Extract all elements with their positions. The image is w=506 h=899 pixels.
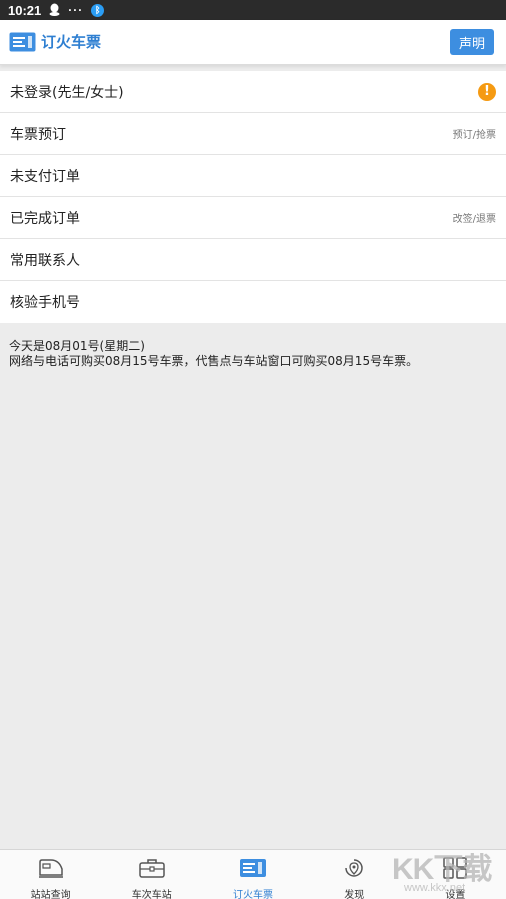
menu-item-label: 核验手机号 (10, 295, 80, 311)
menu-item-label: 未支付订单 (10, 168, 80, 185)
app-header: 订火车票 声明 (0, 20, 506, 65)
ticket-sale-notice: 今天是08月01号(星期二) 网络与电话可购买08月15号车票，代售点与车站窗口… (9, 339, 499, 369)
tab-discover[interactable]: 发现 (304, 850, 405, 899)
notice-presale-info: 网络与电话可购买08月15号车票，代售点与车站窗口可购买08月15号车票。 (9, 354, 419, 368)
tab-label: 订火车票 (233, 890, 273, 899)
qq-icon (49, 3, 60, 18)
menu-item-book-ticket[interactable]: 车票预订 预订/抢票 (0, 113, 506, 155)
status-time: 10:21 (8, 2, 42, 18)
more-dots-icon: ··· (68, 3, 84, 17)
watermark-url: www.kkx.net (404, 882, 466, 894)
menu-item-hint: 改签/退票 (452, 214, 496, 225)
briefcase-icon (138, 857, 166, 883)
tab-station-query[interactable]: 站站查询 (0, 850, 101, 899)
status-bar: 10:21 ··· ᛒ (0, 0, 506, 20)
notice-date: 今天是08月01号(星期二) (9, 339, 145, 353)
statement-button[interactable]: 声明 (450, 29, 494, 55)
menu-list: 未登录(先生/女士) ! 车票预订 预订/抢票 未支付订单 已完成订单 改签/退… (0, 71, 506, 323)
menu-item-label: 车票预订 (10, 126, 66, 143)
train-icon (37, 857, 65, 883)
tab-train-station[interactable]: 车次车站 (101, 850, 202, 899)
menu-item-label: 已完成订单 (10, 210, 80, 227)
menu-item-contacts[interactable]: 常用联系人 (0, 239, 506, 281)
page-title: 订火车票 (41, 33, 102, 51)
menu-item-label: 常用联系人 (10, 252, 80, 269)
bluetooth-icon: ᛒ (91, 3, 105, 17)
ticket-logo-icon (9, 32, 36, 52)
tab-label: 发现 (344, 890, 365, 899)
tab-label: 站站查询 (30, 890, 71, 899)
menu-item-verify-phone[interactable]: 核验手机号 (0, 281, 506, 323)
menu-item-unpaid-orders[interactable]: 未支付订单 (0, 155, 506, 197)
discover-icon (340, 857, 368, 883)
warning-icon: ! (478, 82, 496, 101)
ticket-icon (239, 857, 267, 883)
tab-book-ticket[interactable]: 订火车票 (202, 850, 303, 899)
tab-label: 车次车站 (131, 890, 172, 899)
menu-item-login[interactable]: 未登录(先生/女士) ! (0, 71, 506, 113)
menu-item-hint: 预订/抢票 (452, 130, 496, 141)
menu-item-completed-orders[interactable]: 已完成订单 改签/退票 (0, 197, 506, 239)
watermark: KK下载 www.kkx.net (392, 844, 502, 896)
menu-item-label: 未登录(先生/女士) (10, 84, 124, 101)
